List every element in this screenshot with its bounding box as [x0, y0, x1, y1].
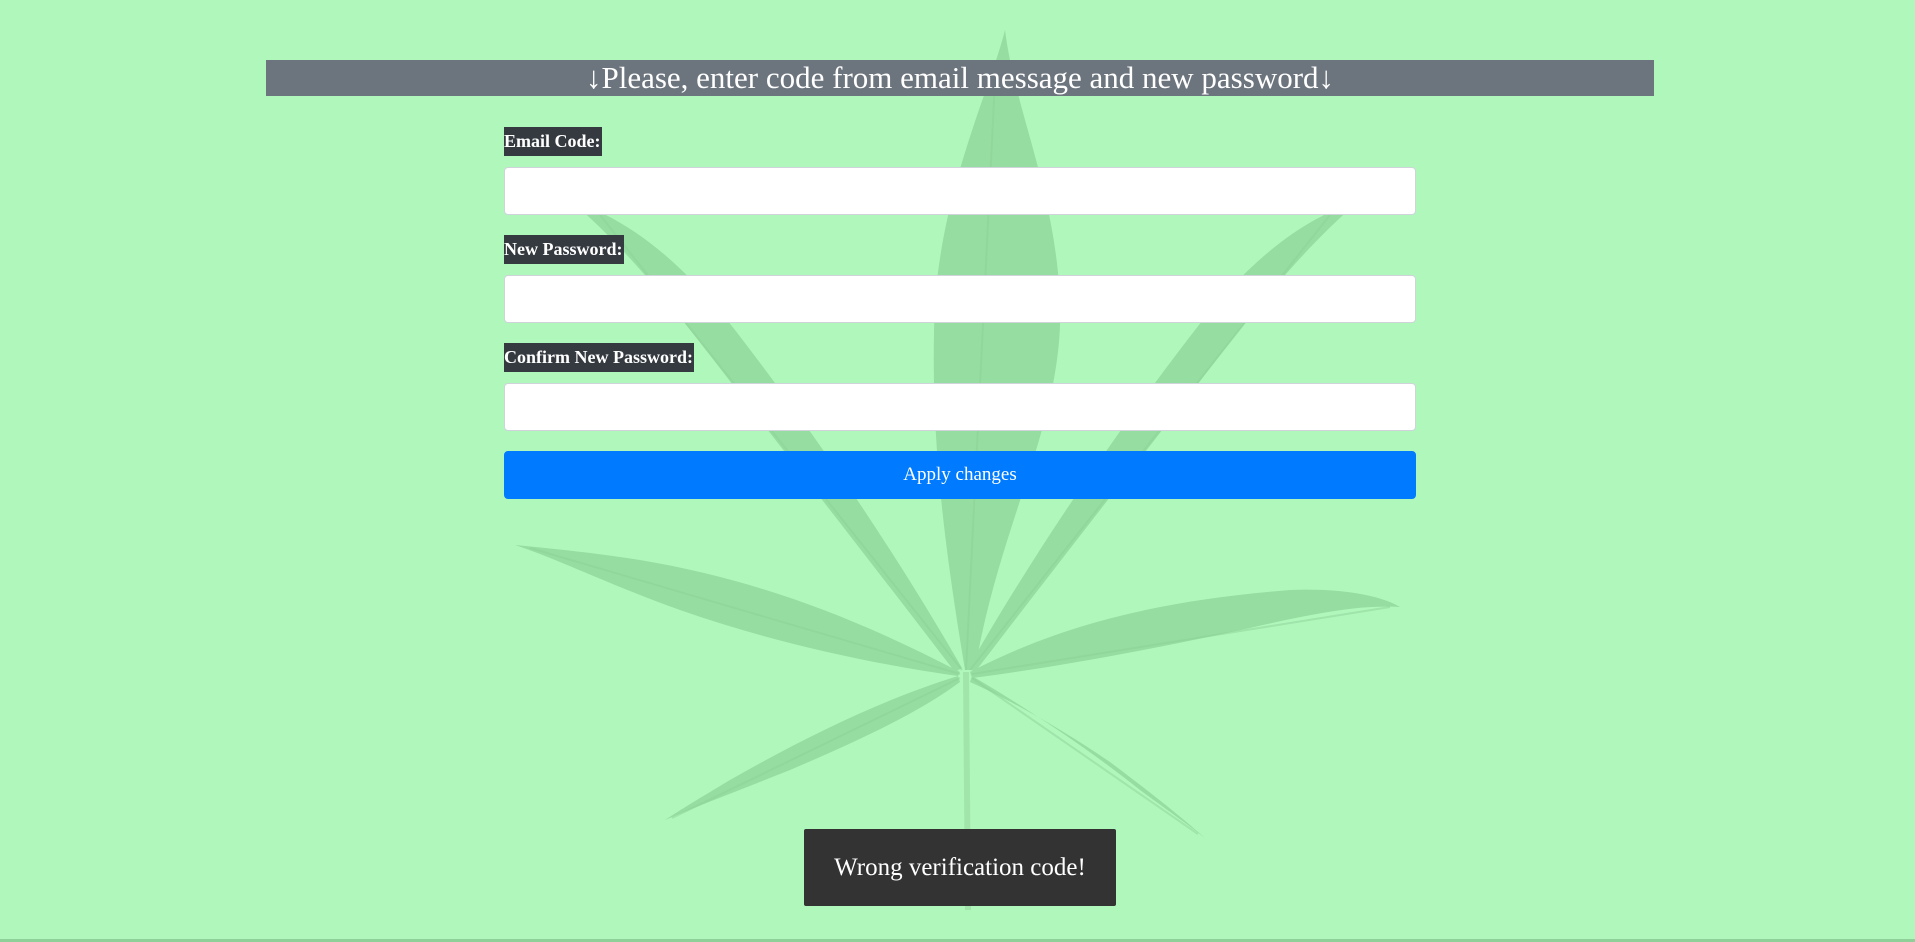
new-password-input[interactable]	[504, 275, 1416, 323]
error-toast: Wrong verification code!	[804, 829, 1116, 906]
instruction-banner: ↓Please, enter code from email message a…	[266, 60, 1654, 96]
reset-password-form: Email Code: New Password: Confirm New Pa…	[504, 127, 1416, 499]
confirm-password-label: Confirm New Password:	[504, 343, 694, 372]
confirm-password-input[interactable]	[504, 383, 1416, 431]
email-code-input[interactable]	[504, 167, 1416, 215]
email-code-label: Email Code:	[504, 127, 602, 156]
new-password-label: New Password:	[504, 235, 624, 264]
apply-changes-button[interactable]: Apply changes	[504, 451, 1416, 499]
